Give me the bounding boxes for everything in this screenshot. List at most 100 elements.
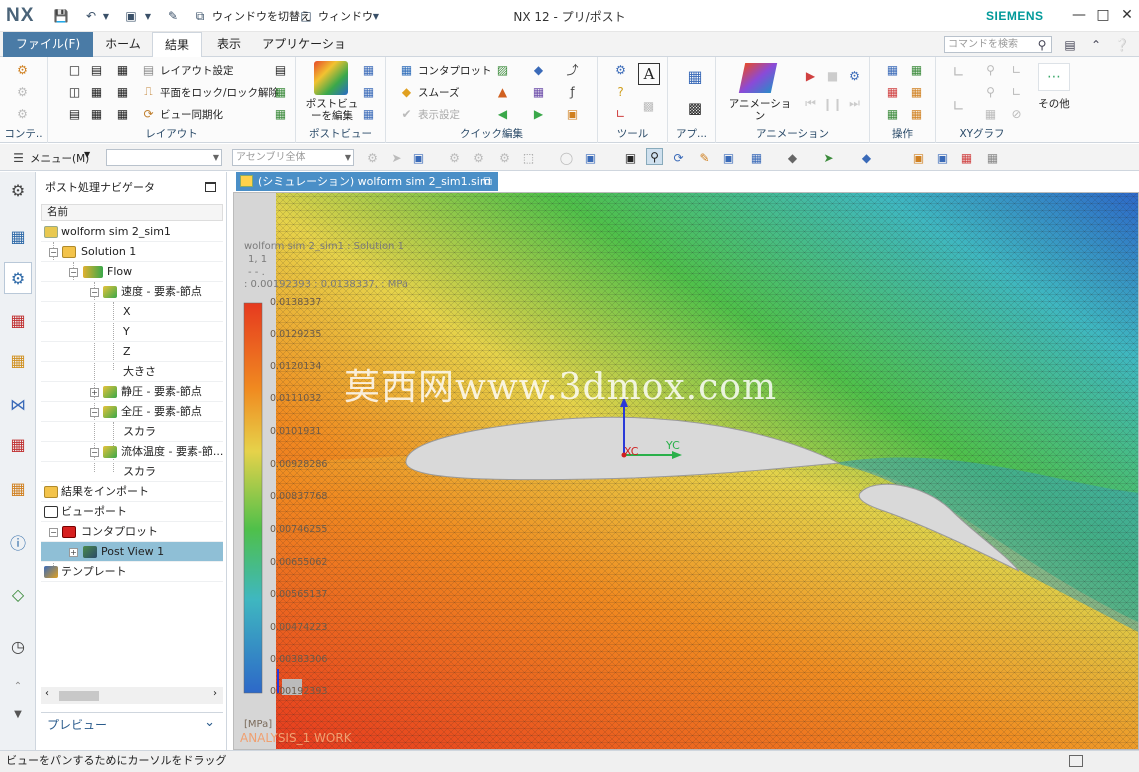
tree-item-contour-plot[interactable]: − コンタプロット (41, 522, 223, 542)
op-icon-4[interactable]: ▦ (908, 83, 925, 100)
contour-plot-canvas[interactable] (234, 193, 1139, 750)
window-menu[interactable]: ウィンドウ (318, 7, 373, 25)
op-icon-5[interactable]: ▦ (884, 105, 901, 122)
menu-icon[interactable]: ☰ (10, 149, 27, 166)
sel-box-icon[interactable]: ⬚ (520, 149, 537, 166)
op-icon-6[interactable]: ▦ (908, 105, 925, 122)
clip-icon[interactable]: ◆ (858, 149, 875, 166)
sel-icon-2[interactable]: ➤ (388, 149, 405, 166)
fem-navigator-icon[interactable]: ▦ (6, 348, 30, 372)
tab-view[interactable]: 表示 (206, 32, 252, 57)
quick-icon-3[interactable]: ◆ (530, 61, 547, 78)
snap-icon-2[interactable]: ▣ (934, 149, 951, 166)
sim-navigator-icon[interactable]: ▦ (6, 308, 30, 332)
tree-item-flow[interactable]: − Flow (41, 262, 223, 282)
switch-window-icon[interactable]: ⧉ (192, 7, 208, 25)
collapse-ribbon-icon[interactable]: ⌃ (1088, 37, 1104, 53)
display-icon[interactable]: ➤ (820, 149, 837, 166)
web-icon[interactable]: ◇ (6, 582, 30, 606)
tree-item-scalar-2[interactable]: スカラ (41, 462, 223, 482)
quick-icon-6[interactable]: ▣ (564, 105, 581, 122)
tree-item-magnitude[interactable]: 大きさ (41, 362, 223, 382)
layout-settings-icon[interactable]: ▤ (140, 61, 157, 78)
pan-icon[interactable]: ✎ (696, 149, 713, 166)
layout-grid-icon[interactable]: ▦ (114, 61, 131, 78)
step-forward-icon[interactable]: ⏭ (846, 95, 863, 112)
edit-postview-icon[interactable] (314, 61, 348, 95)
layout-settings-button[interactable]: レイアウト設定 (160, 63, 234, 78)
xy-icon-6[interactable]: ∟ (1008, 83, 1025, 100)
part-navigator-icon[interactable]: ▦ (6, 224, 30, 248)
layout-3-icon[interactable]: ▦ (88, 83, 105, 100)
collapse-toggle[interactable]: − (49, 528, 58, 537)
tree-item-sim[interactable]: wolform sim 2_sim1 (41, 222, 223, 242)
column-header-name[interactable]: 名前 (41, 204, 223, 221)
fit-icon[interactable]: ▣ (622, 149, 639, 166)
probe-icon[interactable]: ⚙ (612, 61, 629, 78)
collapse-toggle[interactable]: − (90, 288, 99, 297)
graph-icon[interactable]: ∟ (612, 105, 629, 122)
layout-vsplit-icon[interactable]: ◫ (66, 83, 83, 100)
render-icon[interactable]: ◆ (784, 149, 801, 166)
tab-file[interactable]: ファイル(F) (3, 32, 93, 57)
menu-button[interactable]: メニュー(M) (30, 151, 89, 166)
arrow-left-icon[interactable]: ◀ (494, 105, 511, 122)
edit-postview-button[interactable]: ポストビューを編集 (304, 98, 360, 122)
info-icon[interactable]: ⓘ (6, 530, 30, 554)
layout-extra-icon[interactable]: ▤ (272, 61, 289, 78)
expand-toggle[interactable]: + (69, 548, 78, 557)
layout-extra-icon-3[interactable]: ▦ (272, 105, 289, 122)
layout-single-icon[interactable]: □ (66, 61, 83, 78)
resbar-more-icon[interactable]: ⌃ (6, 674, 30, 698)
tree-item-total-pressure[interactable]: − 全圧 - 要素-節点 (41, 402, 223, 422)
postview-icon-4[interactable]: ▦ (360, 105, 377, 122)
quick-icon-4[interactable]: ▦ (530, 83, 547, 100)
type-filter-combo[interactable]: ▼ (106, 149, 222, 166)
play-icon[interactable]: ▶ (802, 67, 819, 84)
gear-icon[interactable]: ⚙ (6, 178, 30, 202)
op-icon-1[interactable]: ▦ (884, 61, 901, 78)
tab-results[interactable]: 結果 (152, 32, 202, 58)
window-dropdown-icon[interactable]: ▼ (372, 7, 380, 25)
switch-window-button[interactable]: ウィンドウを切替え (212, 7, 311, 25)
undo-dropdown-icon[interactable]: ▼ (102, 7, 110, 25)
tool-icon-2[interactable]: ▩ (640, 97, 657, 114)
layout-6-icon[interactable]: ▦ (88, 105, 105, 122)
assembly-filter-combo[interactable]: アセンブリ全体 ▼ (232, 149, 354, 166)
view-sync-button[interactable]: ビュー同期化 (160, 107, 223, 122)
expand-toggle[interactable]: + (90, 388, 99, 397)
sel-icon-5[interactable]: ⚙ (470, 149, 487, 166)
window-icon[interactable]: □ (298, 7, 314, 25)
animation-icon[interactable] (738, 63, 778, 93)
app-icon-2[interactable]: ▩ (684, 97, 706, 119)
sel-icon-3[interactable]: ▣ (410, 149, 427, 166)
postview-icon-3[interactable]: ▦ (360, 83, 377, 100)
tree-item-viewport[interactable]: ビューポート (41, 502, 223, 522)
tab-application[interactable]: アプリケーション (258, 32, 350, 76)
collapse-toggle[interactable]: − (90, 408, 99, 417)
xy-icon-4[interactable]: ∟ (950, 97, 967, 115)
tree-item-solution[interactable]: − Solution 1 (41, 242, 223, 262)
save-icon[interactable]: 💾 (52, 7, 70, 25)
navigator-maximize-icon[interactable] (205, 182, 216, 192)
tree-item-import-results[interactable]: 結果をインポート (41, 482, 223, 502)
horizontal-scrollbar[interactable]: ‹ › (41, 687, 223, 704)
context-icon[interactable]: ⚙ (14, 61, 31, 78)
view-icon[interactable]: ▣ (122, 7, 140, 25)
tree-item-post-view[interactable]: + Post View 1 (41, 542, 223, 562)
status-icon[interactable] (1069, 755, 1083, 767)
snap-icon-1[interactable]: ▣ (910, 149, 927, 166)
xy-icon-1[interactable]: ∟ (950, 63, 967, 81)
help-icon[interactable]: ❔ (1114, 37, 1130, 53)
library-icon[interactable]: ▦ (6, 476, 30, 500)
op-icon-2[interactable]: ▦ (908, 61, 925, 78)
annotation-icon[interactable]: A (638, 63, 660, 85)
sel-icon-4[interactable]: ⚙ (446, 149, 463, 166)
display-settings-button[interactable]: 表示設定 (418, 107, 460, 122)
animation-button[interactable]: アニメーション (726, 98, 794, 122)
collapse-toggle[interactable]: − (69, 268, 78, 277)
constraint-icon[interactable]: ⋈ (6, 392, 30, 416)
close-tab-icon[interactable]: ⧉ (483, 172, 492, 191)
collapse-toggle[interactable]: − (90, 448, 99, 457)
rotate-icon[interactable]: ⟳ (670, 149, 687, 166)
